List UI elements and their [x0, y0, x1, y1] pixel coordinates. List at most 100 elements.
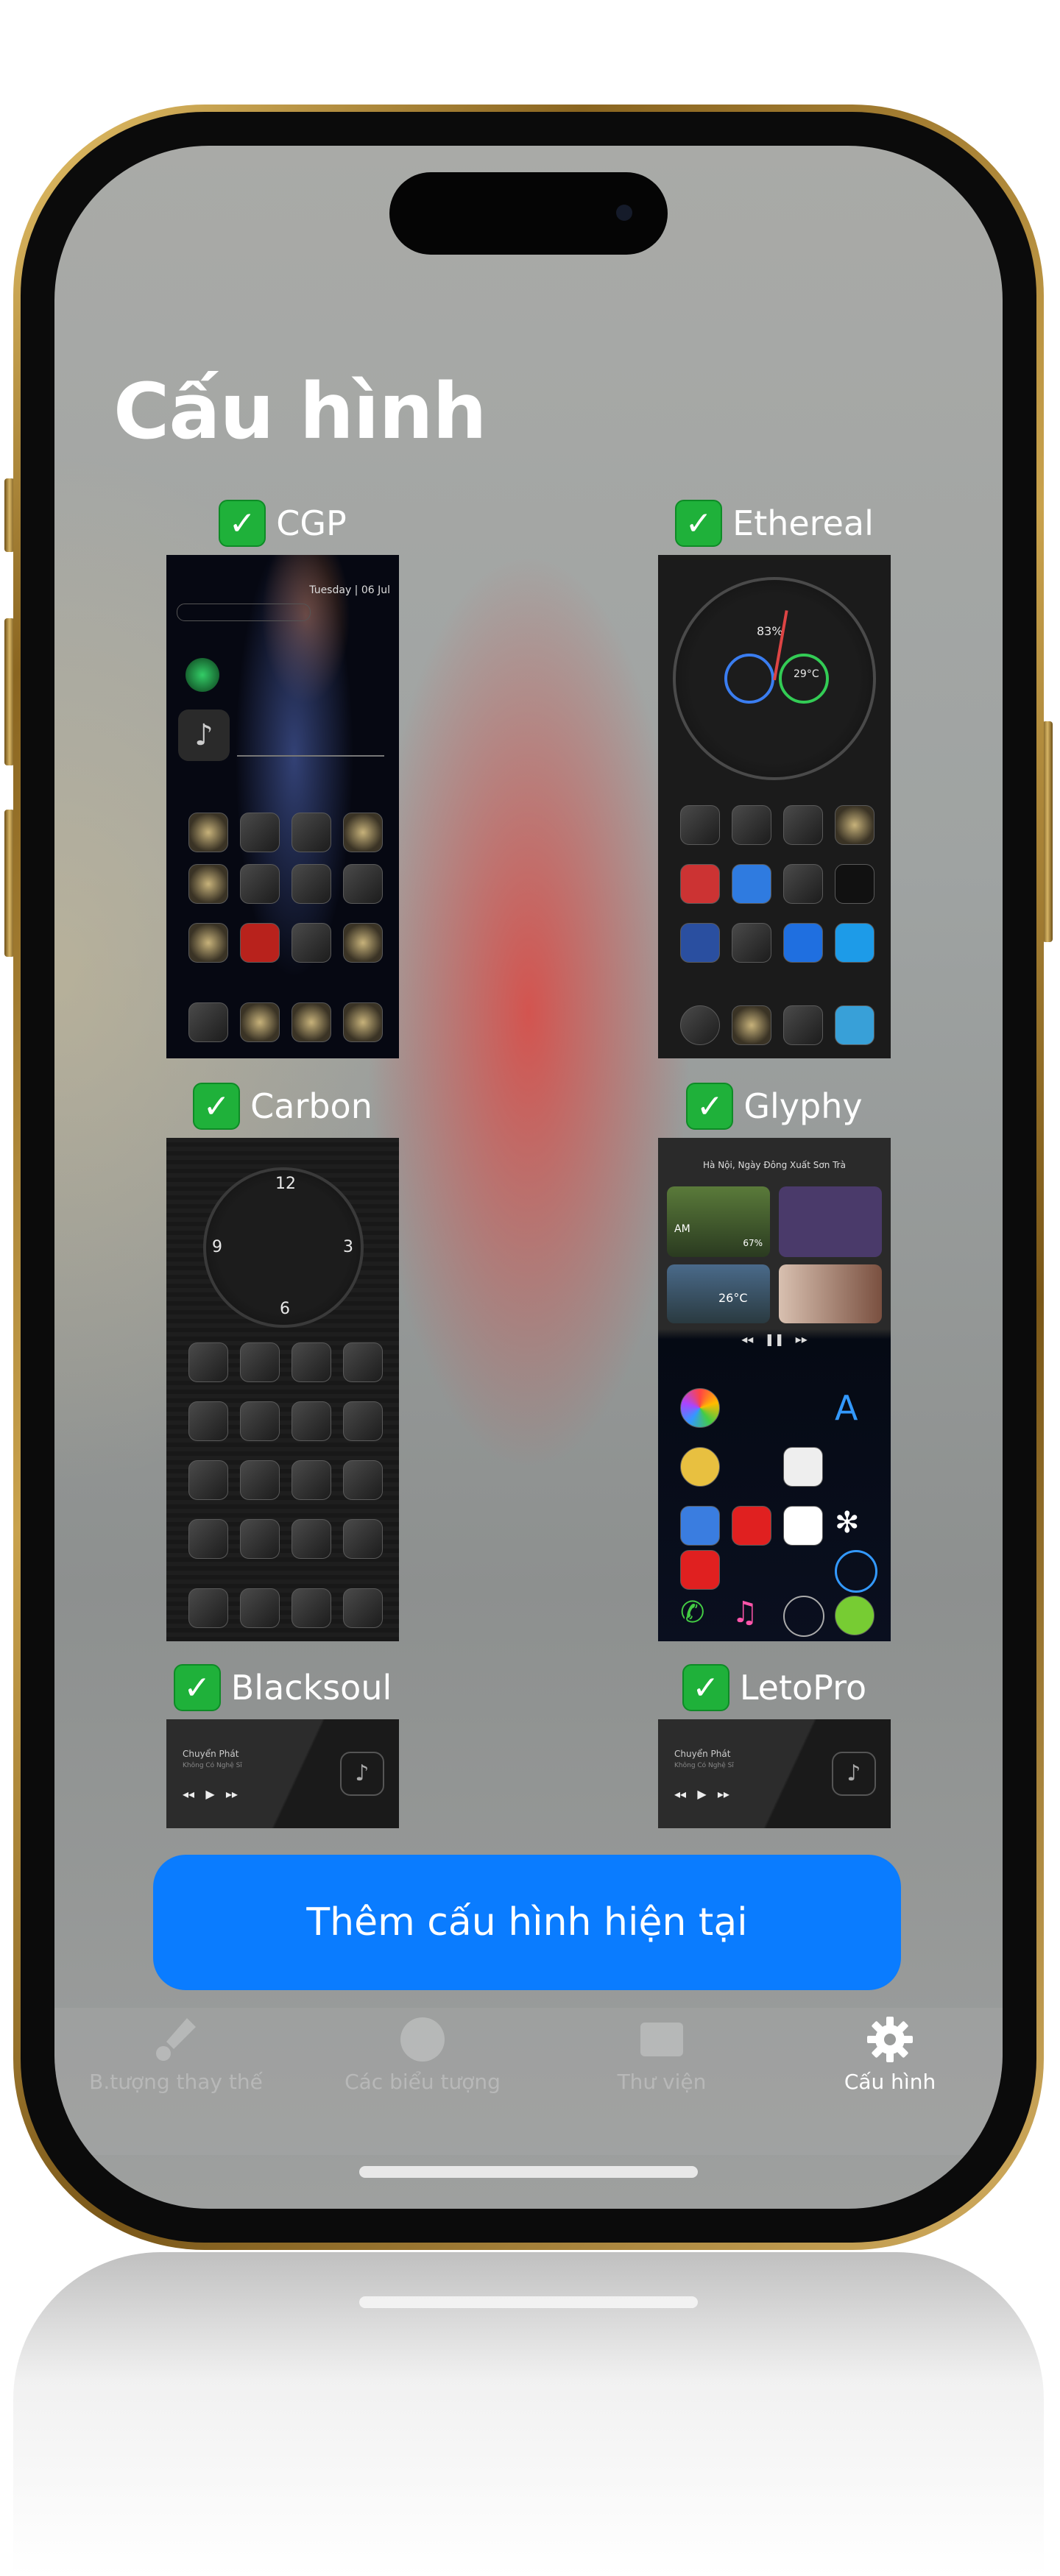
- tab-label: Cấu hình: [844, 2070, 936, 2094]
- reflection-home-indicator: [359, 2296, 698, 2308]
- app-icon: [680, 1506, 720, 1546]
- weather-widget: AM 67%: [667, 1186, 770, 1257]
- app-icon: [732, 1506, 771, 1546]
- app-icon: [343, 1519, 383, 1559]
- home-indicator[interactable]: [359, 2166, 698, 2178]
- temp-text: 29°C: [794, 668, 819, 680]
- calendar-widget: [779, 1186, 882, 1257]
- music-widget: ♪: [178, 710, 230, 761]
- config-name: Glyphy: [743, 1086, 863, 1126]
- page-title: Cấu hình: [113, 367, 487, 456]
- app-icon: [343, 1342, 383, 1382]
- gauge-left: [724, 654, 774, 704]
- dock-icon: [343, 1002, 383, 1042]
- dock-icon: ♫: [732, 1596, 758, 1630]
- config-label: ✓ Ethereal: [629, 498, 920, 549]
- tab-label: Các biểu tượng: [344, 2070, 501, 2094]
- dock-icon: [783, 1596, 824, 1637]
- app-icon: ✻: [835, 1506, 860, 1540]
- photo-widget: [779, 1264, 882, 1323]
- app-icon: [343, 1460, 383, 1500]
- app-icon: [292, 864, 331, 904]
- app-icon: [188, 1401, 228, 1441]
- app-icon: [835, 864, 875, 904]
- app-icon: [240, 864, 280, 904]
- dock-icon: [835, 1596, 875, 1635]
- app-icon: [680, 1388, 720, 1428]
- app-icon: [680, 923, 720, 963]
- app-icon: [240, 923, 280, 963]
- app-icon: [783, 805, 823, 845]
- config-thumbnail[interactable]: Chuyển Phát Không Có Nghệ Sĩ ◂◂ ▶ ▸▸ ♪: [166, 1719, 399, 1828]
- app-icon: [783, 923, 823, 963]
- dock-icon: [343, 1588, 383, 1628]
- config-label: ✓ LetoPro: [629, 1662, 920, 1713]
- checkmark-icon: ✓: [675, 500, 723, 547]
- percent-text: 67%: [743, 1238, 763, 1248]
- green-orb: [186, 658, 219, 692]
- app-icon: [292, 1342, 331, 1382]
- front-camera-icon: [616, 205, 632, 221]
- app-icon: [835, 923, 875, 963]
- search-bar: [177, 604, 311, 621]
- app-icon: [292, 1460, 331, 1500]
- add-current-config-button[interactable]: Thêm cấu hình hiện tại: [153, 1855, 901, 1990]
- app-icon: [188, 813, 228, 852]
- clock-twelve: 12: [275, 1175, 296, 1193]
- music-subtitle: Không Có Nghệ Sĩ: [674, 1762, 734, 1769]
- app-icon: [188, 1460, 228, 1500]
- dynamic-island: [389, 172, 668, 255]
- config-thumbnail[interactable]: Hà Nội, Ngày Đông Xuất Sơn Trà AM 67% 26…: [658, 1138, 891, 1641]
- clock-three: 3: [343, 1238, 353, 1256]
- dock-icon: [240, 1002, 280, 1042]
- tab-bar: B.tượng thay thế Các biểu tượng Thư viện: [54, 2008, 1003, 2155]
- brush-icon: [156, 2018, 196, 2061]
- config-name: Blacksoul: [230, 1668, 392, 1708]
- app-icon: A: [835, 1388, 858, 1428]
- date-text: Tuesday | 06 Jul: [309, 584, 390, 596]
- music-subtitle: Không Có Nghệ Sĩ: [183, 1762, 242, 1769]
- tab-label: Thư viện: [617, 2070, 707, 2094]
- app-screen: Cấu hình ✓ CGP Tuesday | 06 Jul ♪ ✓ Ethe…: [54, 146, 1003, 2209]
- config-thumbnail[interactable]: Chuyển Phát Không Có Nghệ Sĩ ◂◂ ▶ ▸▸ ♪: [658, 1719, 891, 1828]
- dock-icon: [732, 1005, 771, 1045]
- config-name: Carbon: [250, 1086, 372, 1126]
- dock-icon: [292, 1002, 331, 1042]
- checkmark-icon: ✓: [682, 1664, 729, 1711]
- media-controls: ◂◂ ❚❚ ▸▸: [741, 1332, 808, 1346]
- tab-library[interactable]: Thư viện: [548, 2008, 776, 2111]
- temp-text: 26°C: [718, 1291, 748, 1305]
- music-title: Chuyển Phát: [183, 1749, 239, 1759]
- config-thumbnail[interactable]: 83% 29°C: [658, 555, 891, 1058]
- config-thumbnail[interactable]: 12 6 3 9: [166, 1138, 399, 1641]
- config-label: ✓ Blacksoul: [137, 1662, 428, 1713]
- config-thumbnail[interactable]: Tuesday | 06 Jul ♪: [166, 555, 399, 1058]
- dock-icon: [783, 1005, 823, 1045]
- playback-controls: ◂◂ ▶ ▸▸: [183, 1787, 238, 1801]
- app-icon: [343, 813, 383, 852]
- app-icon: [292, 813, 331, 852]
- progress-line: [237, 755, 384, 757]
- config-label: ✓ CGP: [137, 498, 428, 549]
- checkmark-icon: ✓: [173, 1664, 221, 1711]
- dock-icon: [680, 1005, 720, 1045]
- tab-configs[interactable]: Cấu hình: [776, 2008, 1003, 2111]
- app-icon: [343, 1401, 383, 1441]
- app-icon: [835, 805, 875, 845]
- music-note-icon: ♪: [340, 1752, 384, 1796]
- clock-widget: 83% 29°C: [673, 577, 876, 780]
- app-icon: [732, 805, 771, 845]
- tab-icons[interactable]: Các biểu tượng: [308, 2008, 537, 2111]
- tab-alternate-icons[interactable]: B.tượng thay thế: [62, 2008, 290, 2111]
- palette-icon: [400, 2017, 445, 2062]
- app-icon: [240, 1342, 280, 1382]
- config-name: CGP: [276, 503, 347, 543]
- library-icon: [640, 2023, 683, 2056]
- app-icon: [680, 1550, 720, 1590]
- dock-icon: [188, 1002, 228, 1042]
- app-icon: [680, 864, 720, 904]
- playback-controls: ◂◂ ▶ ▸▸: [674, 1787, 729, 1801]
- app-icon: [343, 864, 383, 904]
- checkmark-icon: ✓: [686, 1083, 734, 1130]
- dock-icon: ✆: [680, 1596, 705, 1630]
